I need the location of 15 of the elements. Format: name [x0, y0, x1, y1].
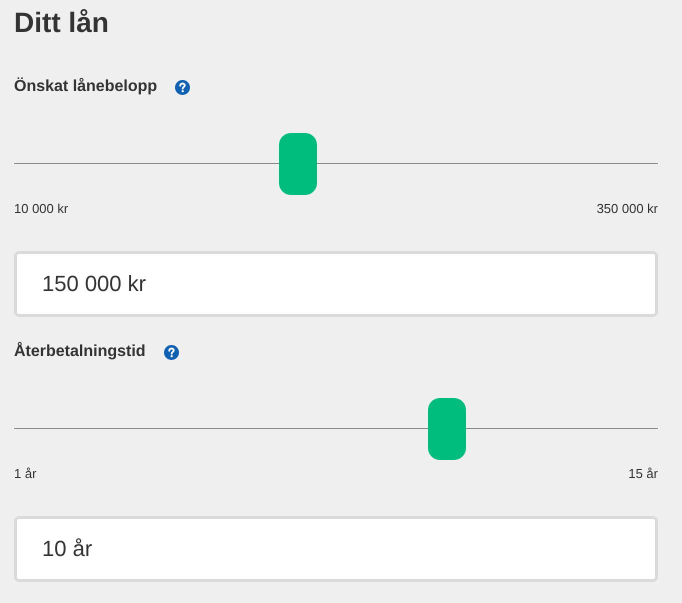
- input-field[interactable]: 150 000 kr: [14, 251, 658, 317]
- slider-handle[interactable]: [278, 133, 317, 195]
- min-value-label: 10 000 kr: [14, 201, 68, 217]
- max-value-label: 350 000 kr: [596, 201, 658, 217]
- slider-handle[interactable]: [428, 398, 466, 460]
- field-label: Önskat lånebelopp: [14, 76, 158, 97]
- input-field[interactable]: 10 år: [14, 516, 658, 582]
- slider-track[interactable]: [14, 133, 658, 195]
- help-icon[interactable]: [164, 344, 179, 360]
- max-value-label: 15 år: [628, 466, 658, 482]
- field-label: Återbetalningstid: [14, 341, 146, 362]
- slider-track[interactable]: [14, 398, 658, 460]
- help-icon[interactable]: [175, 80, 190, 94]
- page-title: Ditt lån: [14, 6, 109, 40]
- min-value-label: 1 år: [14, 466, 36, 482]
